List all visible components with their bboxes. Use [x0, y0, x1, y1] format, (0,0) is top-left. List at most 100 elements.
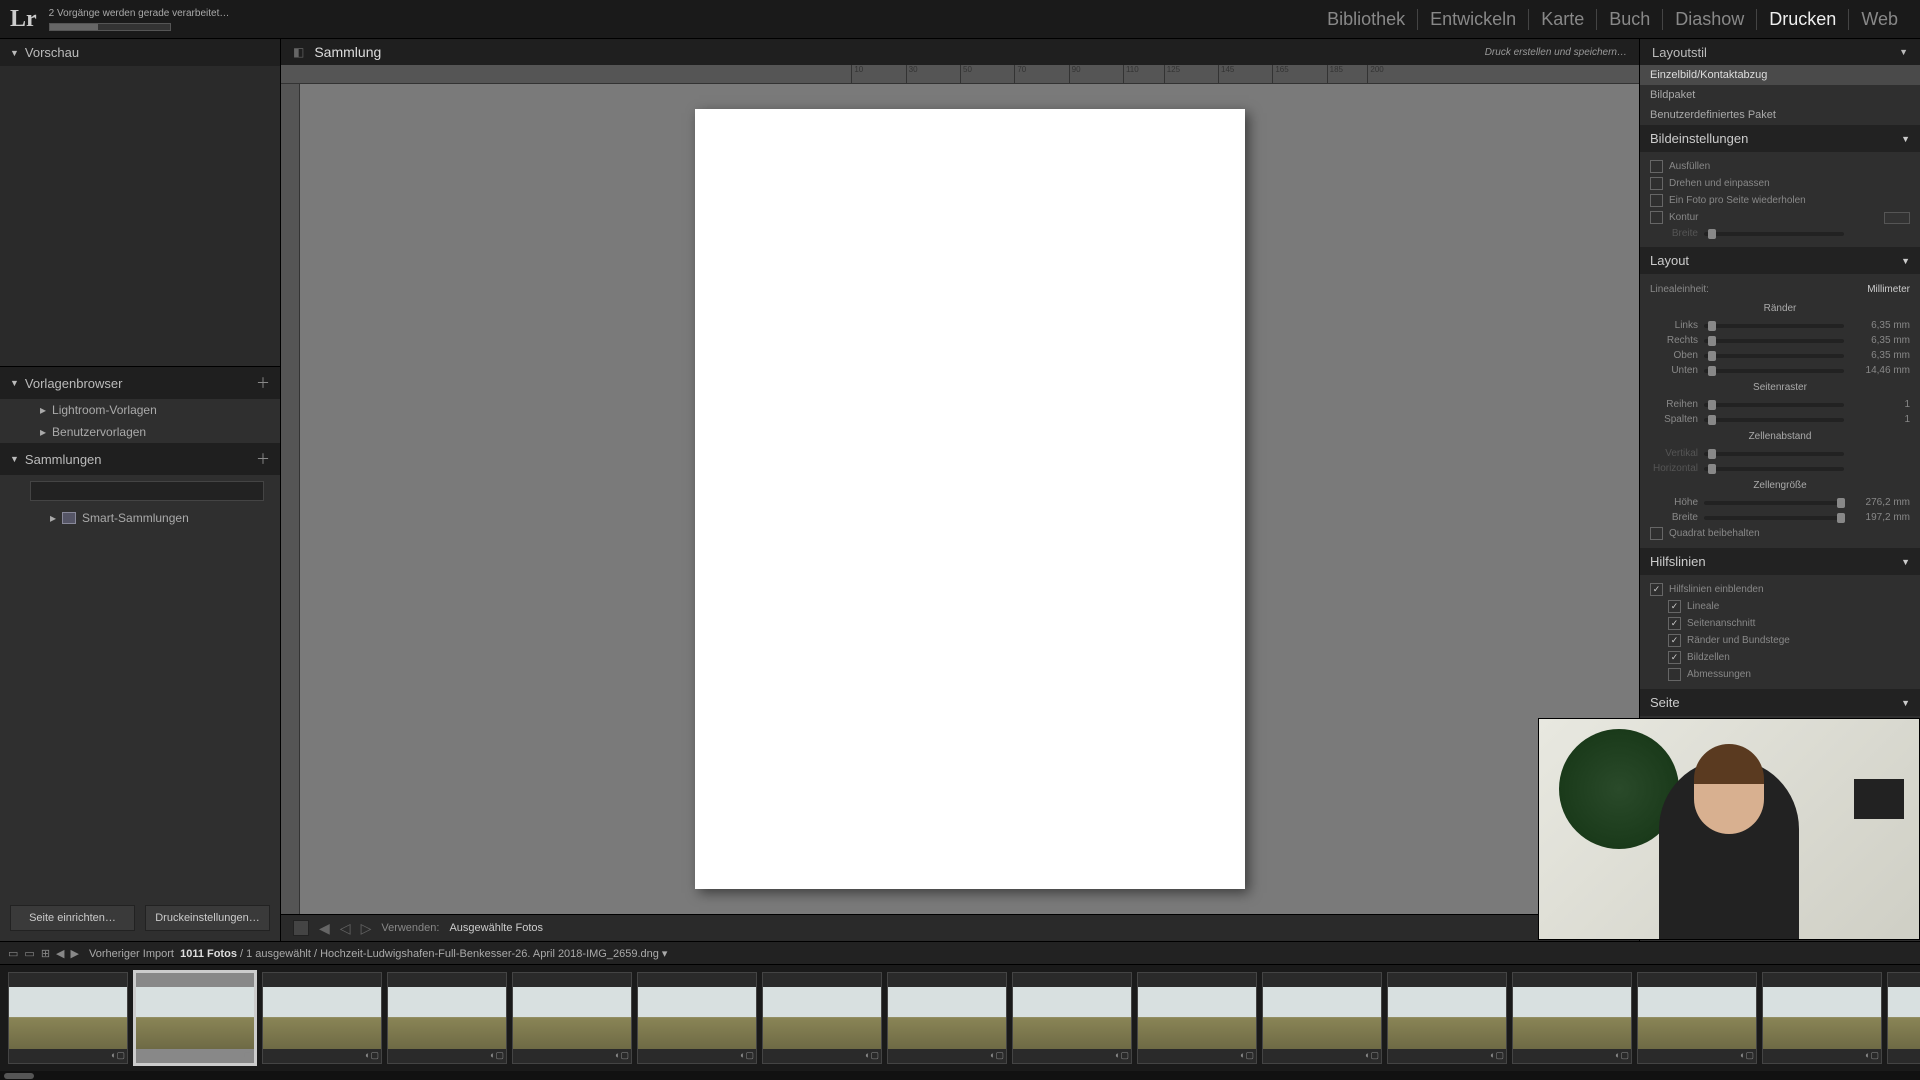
stroke-color-swatch[interactable]: [1884, 212, 1910, 224]
left-panel: ▼ Vorschau ▼ Vorlagenbrowser ＋ ▸Lightroo…: [0, 39, 281, 941]
rotate-to-fit-checkbox[interactable]: Drehen und einpassen: [1650, 175, 1910, 192]
thumbnail[interactable]: ◐▢: [262, 972, 382, 1064]
grid-view-icon[interactable]: ⊞: [41, 947, 50, 960]
print-canvas[interactable]: [300, 84, 1639, 914]
tree-item-user-templates[interactable]: ▸Benutzervorlagen: [0, 421, 280, 443]
filmstrip-path[interactable]: Vorheriger Import 1011 Fotos / 1 ausgewä…: [89, 947, 667, 960]
filmstrip-scrollbar[interactable]: [0, 1071, 1920, 1080]
preview-label: Vorschau: [25, 45, 79, 60]
disclosure-icon: ▼: [1901, 698, 1910, 708]
prev-page-icon[interactable]: ◁: [340, 920, 351, 937]
layout-header[interactable]: Layout▼: [1640, 247, 1920, 274]
disclosure-icon: ▼: [10, 378, 19, 388]
template-browser-header[interactable]: ▼ Vorlagenbrowser ＋: [0, 367, 280, 399]
image-settings-header[interactable]: Bildeinstellungen▼: [1640, 125, 1920, 152]
cell-height-slider[interactable]: [1704, 501, 1844, 505]
stroke-width-slider[interactable]: [1704, 232, 1844, 236]
thumbnail[interactable]: ◐▢: [133, 970, 257, 1066]
create-saved-print-button[interactable]: Druck erstellen und speichern…: [1485, 47, 1627, 58]
page-section-header[interactable]: Seite▼: [1640, 689, 1920, 716]
page-setup-button[interactable]: Seite einrichten…: [10, 905, 135, 931]
cell-width-slider[interactable]: [1704, 516, 1844, 520]
margin-bottom-slider[interactable]: [1704, 369, 1844, 373]
print-settings-button[interactable]: Druckeinstellungen…: [145, 905, 270, 931]
next-icon[interactable]: ▶: [71, 947, 79, 960]
guide-margins-checkbox[interactable]: Ränder und Bundstege: [1650, 632, 1910, 649]
style-picture-package[interactable]: Bildpaket: [1640, 85, 1920, 105]
cell-spacing-subheader: Zellenabstand: [1650, 427, 1910, 446]
module-print[interactable]: Drucken: [1756, 9, 1848, 30]
rows-slider[interactable]: [1704, 403, 1844, 407]
thumbnail[interactable]: ◐▢: [8, 972, 128, 1064]
tree-item-lightroom-templates[interactable]: ▸Lightroom-Vorlagen: [0, 399, 280, 421]
show-guides-checkbox[interactable]: Hilfslinien einblenden: [1650, 581, 1910, 598]
ruler-unit-select[interactable]: Millimeter: [1867, 284, 1910, 295]
thumbnail[interactable]: ◐▢: [1262, 972, 1382, 1064]
progress-bar: [49, 23, 171, 31]
use-value[interactable]: Ausgewählte Fotos: [449, 922, 543, 934]
thumbnail[interactable]: ◐▢: [887, 972, 1007, 1064]
thumbnail[interactable]: ◐▢: [637, 972, 757, 1064]
repeat-photo-checkbox[interactable]: Ein Foto pro Seite wiederholen: [1650, 192, 1910, 209]
add-template-icon[interactable]: ＋: [256, 373, 270, 393]
prev-icon[interactable]: ◀: [56, 947, 64, 960]
keep-square-checkbox[interactable]: Quadrat beibehalten: [1650, 525, 1910, 542]
guide-cells-checkbox[interactable]: Bildzellen: [1650, 649, 1910, 666]
thumbnail[interactable]: ◐▢: [1512, 972, 1632, 1064]
view-mode-icon[interactable]: [293, 920, 309, 936]
module-slideshow[interactable]: Diashow: [1662, 9, 1756, 30]
guides-header[interactable]: Hilfslinien▼: [1640, 548, 1920, 575]
layout-style-header[interactable]: Layoutstil▼: [1640, 39, 1920, 65]
module-library[interactable]: Bibliothek: [1315, 9, 1417, 30]
thumbnail[interactable]: ◐▢: [387, 972, 507, 1064]
style-custom-package[interactable]: Benutzerdefiniertes Paket: [1640, 105, 1920, 125]
margin-left-slider[interactable]: [1704, 324, 1844, 328]
first-page-icon[interactable]: ◀: [319, 920, 330, 937]
template-browser-label: Vorlagenbrowser: [25, 376, 123, 391]
disclosure-icon: ▼: [1901, 557, 1910, 567]
guide-dimensions-checkbox[interactable]: Abmessungen: [1650, 666, 1910, 683]
margins-subheader: Ränder: [1650, 299, 1910, 318]
thumbnail[interactable]: ◐▢: [1637, 972, 1757, 1064]
thumbnail[interactable]: ◐▢: [1387, 972, 1507, 1064]
style-single-contact[interactable]: Einzelbild/Kontaktabzug: [1640, 65, 1920, 85]
collection-title: Sammlung: [314, 44, 381, 60]
disclosure-icon: ▼: [1901, 256, 1910, 266]
progress-label: 2 Vorgänge werden gerade verarbeitet…: [49, 8, 230, 19]
cols-slider[interactable]: [1704, 418, 1844, 422]
collection-filter-input[interactable]: [30, 481, 264, 501]
tree-item-smart-collections[interactable]: ▸ Smart-Sammlungen: [0, 507, 280, 529]
chevron-right-icon: ▸: [50, 511, 56, 525]
second-display-icon[interactable]: ▭: [24, 947, 34, 960]
zoom-to-fill-checkbox[interactable]: Ausfüllen: [1650, 158, 1910, 175]
stroke-border-checkbox[interactable]: Kontur: [1650, 209, 1910, 226]
thumbnail[interactable]: ◐▢: [1887, 972, 1920, 1064]
thumbnail[interactable]: ◐▢: [762, 972, 882, 1064]
print-page[interactable]: [695, 109, 1245, 889]
margin-right-slider[interactable]: [1704, 339, 1844, 343]
progress-indicator: 2 Vorgänge werden gerade verarbeitet…: [49, 8, 230, 31]
use-label: Verwenden:: [381, 922, 439, 934]
next-page-icon[interactable]: ▷: [361, 920, 372, 937]
module-develop[interactable]: Entwickeln: [1417, 9, 1528, 30]
margin-top-slider[interactable]: [1704, 354, 1844, 358]
disclosure-icon: ▼: [1901, 134, 1910, 144]
thumbnail[interactable]: ◐▢: [512, 972, 632, 1064]
template-preview: [0, 66, 280, 367]
guide-bleed-checkbox[interactable]: Seitenanschnitt: [1650, 615, 1910, 632]
module-web[interactable]: Web: [1848, 9, 1910, 30]
chevron-right-icon: ▸: [40, 403, 46, 417]
main-display-icon[interactable]: ▭: [8, 947, 18, 960]
guide-rulers-checkbox[interactable]: Lineale: [1650, 598, 1910, 615]
add-collection-icon[interactable]: ＋: [256, 449, 270, 469]
filmstrip-thumbs[interactable]: ◐▢ ◐▢ ◐▢ ◐▢ ◐▢ ◐▢ ◐▢ ◐▢ ◐▢ ◐▢ ◐▢ ◐▢ ◐▢ ◐…: [0, 965, 1920, 1071]
thumbnail[interactable]: ◐▢: [1012, 972, 1132, 1064]
thumbnail[interactable]: ◐▢: [1137, 972, 1257, 1064]
module-map[interactable]: Karte: [1528, 9, 1596, 30]
thumbnail[interactable]: ◐▢: [1762, 972, 1882, 1064]
collections-header[interactable]: ▼ Sammlungen ＋: [0, 443, 280, 475]
use-saved-icon[interactable]: ◧: [293, 45, 304, 59]
disclosure-icon: ▼: [10, 454, 19, 464]
module-book[interactable]: Buch: [1596, 9, 1662, 30]
preview-header[interactable]: ▼ Vorschau: [0, 39, 280, 66]
